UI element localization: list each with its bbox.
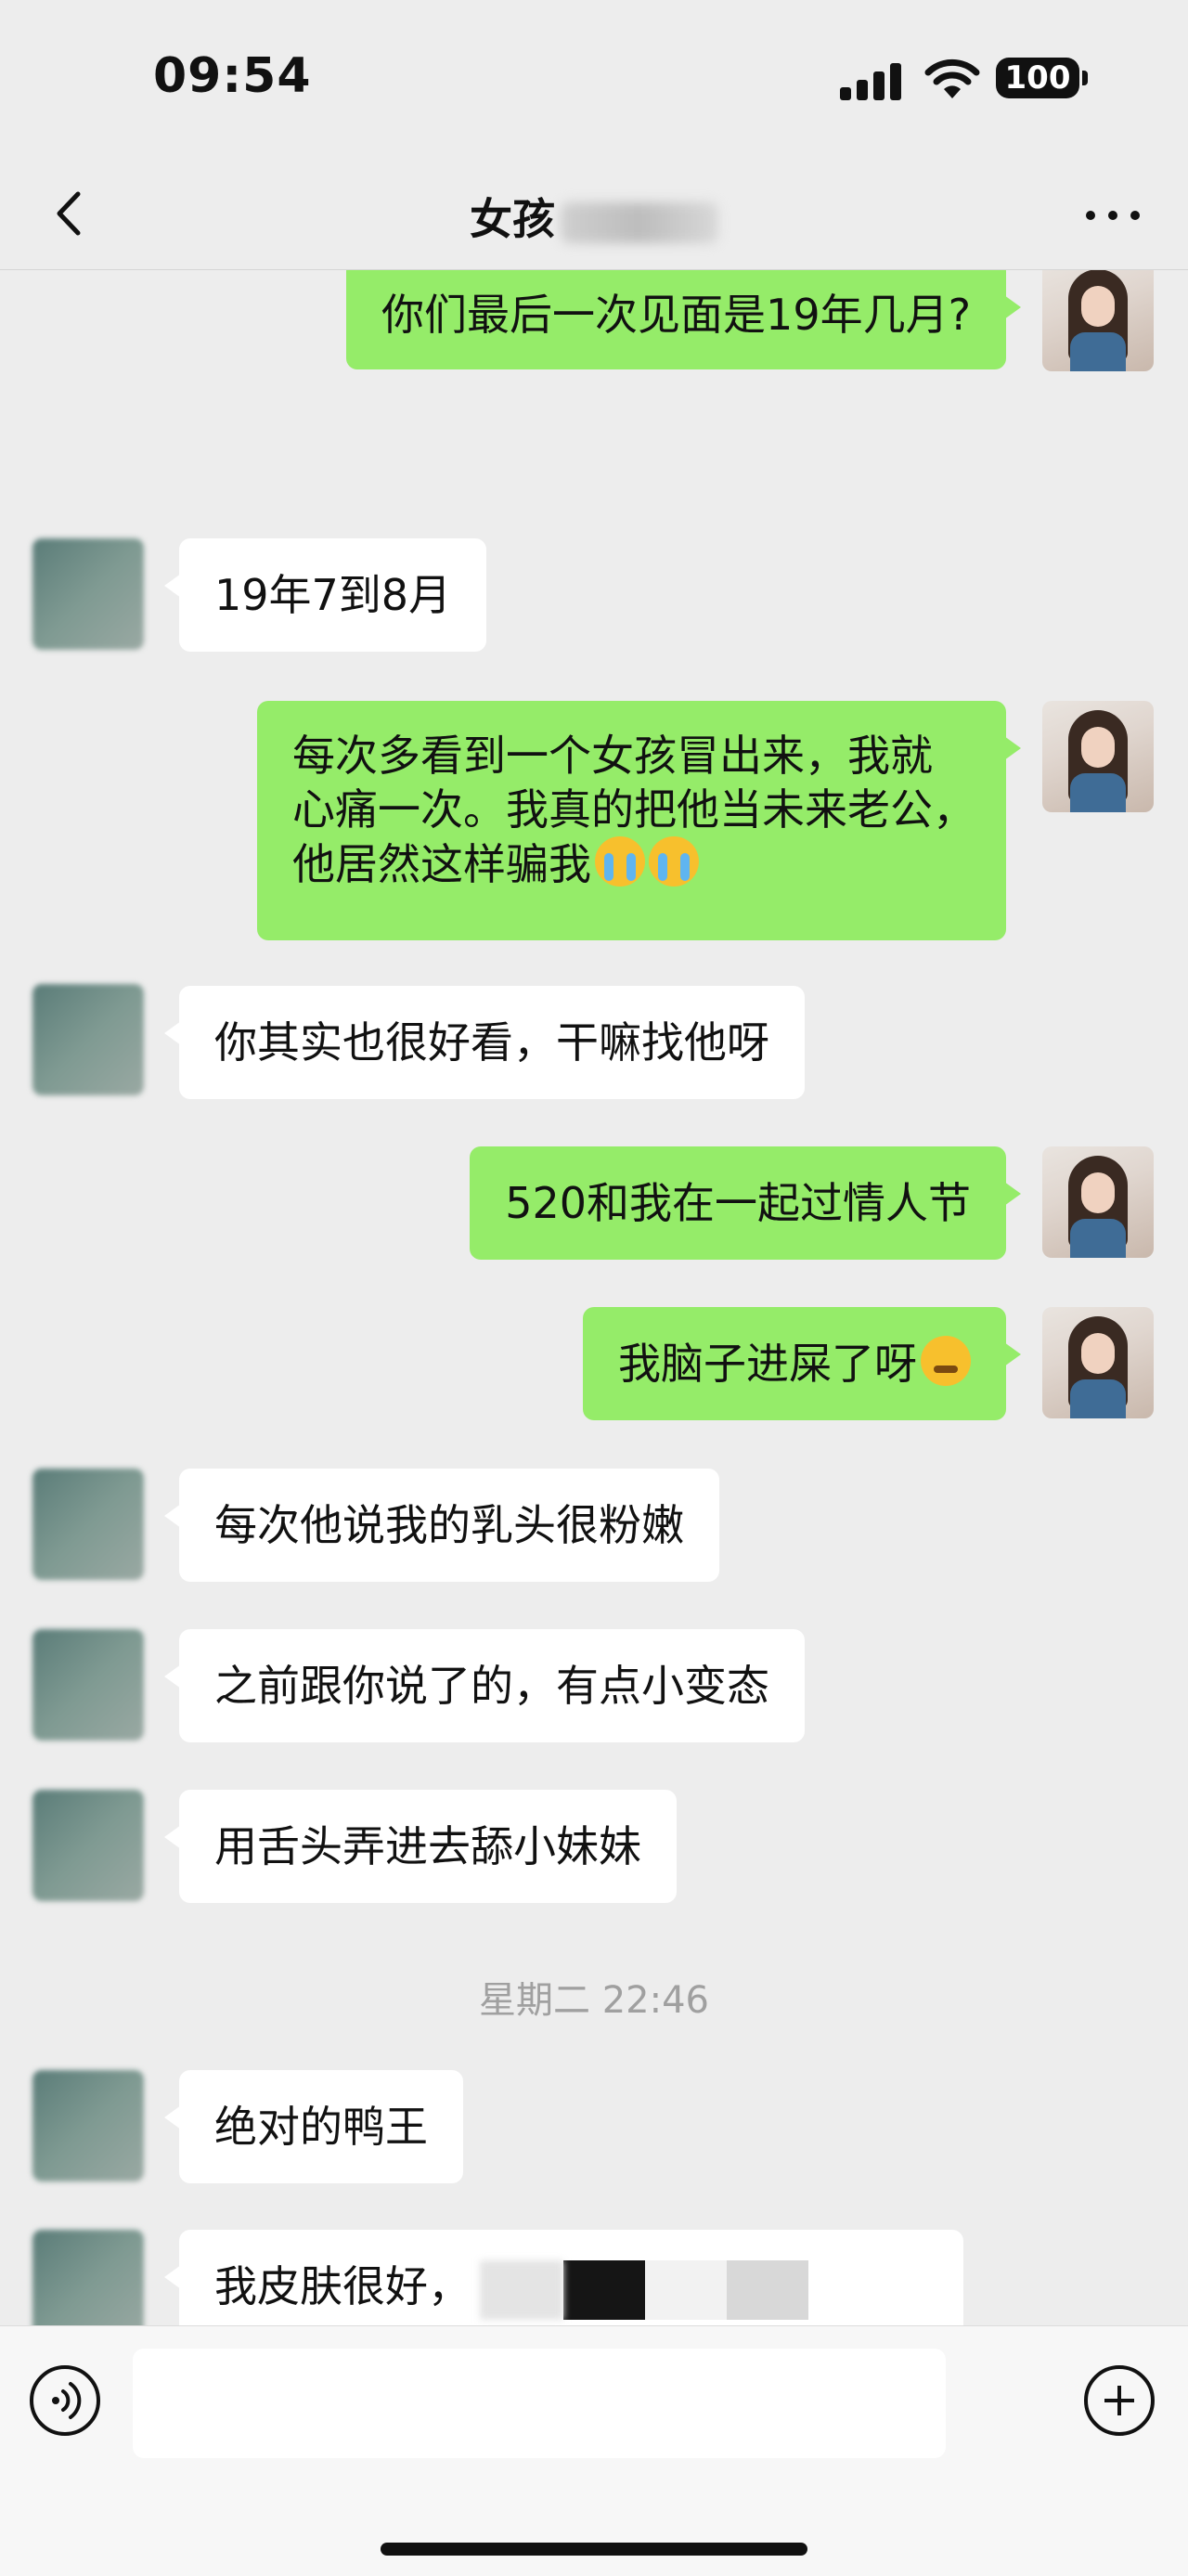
message-bubble-other[interactable]: 19年7到8月 xyxy=(163,538,487,652)
message-text: 你其实也很好看，干嘛找他呀 xyxy=(214,1017,769,1068)
message-text: 520和我在一起过情人节 xyxy=(505,1178,971,1228)
input-bar xyxy=(0,2325,1188,2576)
plus-icon[interactable] xyxy=(1084,2365,1155,2436)
contact-avatar[interactable] xyxy=(32,1629,144,1741)
crying-emoji xyxy=(649,836,699,887)
message-bubble-other[interactable]: 每次他说我的乳头很粉嫩 xyxy=(164,1469,719,1582)
chat-title-text: 女孩 xyxy=(470,194,555,244)
message-bubble-self[interactable]: 每次多看到一个女孩冒出来，我就 心痛一次。我真的把他当未来老公， 他居然这样骗我 xyxy=(257,701,1021,940)
status-bar: 09:54 100 xyxy=(0,0,1188,158)
message-bubble-other[interactable]: 绝对的鸭王 xyxy=(164,2070,463,2183)
self-avatar[interactable] xyxy=(1042,1146,1154,1258)
message-text: 我皮肤很好， xyxy=(214,2261,471,2311)
self-avatar[interactable] xyxy=(1042,701,1154,812)
message-text: 19年7到8月 xyxy=(214,570,452,620)
self-avatar[interactable] xyxy=(1042,260,1154,371)
contact-avatar[interactable] xyxy=(32,538,144,650)
home-indicator xyxy=(381,2543,807,2556)
redaction-block xyxy=(480,2259,563,2320)
message-text: 你们最后一次见面是19年几月? xyxy=(381,290,971,340)
message-text: 之前跟你说了的，有点小变态 xyxy=(214,1661,769,1711)
battery-tip xyxy=(1082,71,1088,85)
redaction-block xyxy=(645,2259,727,2320)
contact-avatar[interactable] xyxy=(32,984,144,1095)
message-bubble-other[interactable]: 用舌头弄进去舔小妹妹 xyxy=(164,1790,677,1903)
redaction-block xyxy=(727,2259,808,2320)
more-dots-icon[interactable] xyxy=(1077,186,1151,241)
message-line: 心痛一次。我真的把他当未来老公， xyxy=(292,784,975,835)
battery-indicator: 100 xyxy=(996,58,1079,98)
cellular-signal-icon xyxy=(840,63,905,100)
chat-header: 女孩 xyxy=(0,158,1188,270)
message-bubble-self[interactable]: 520和我在一起过情人节 xyxy=(470,1146,1021,1260)
message-text: 每次他说我的乳头很粉嫩 xyxy=(214,1500,684,1550)
message-text: 绝对的鸭王 xyxy=(214,2102,428,2152)
message-text: 用舌头弄进去舔小妹妹 xyxy=(214,1821,641,1871)
chat-title: 女孩 xyxy=(0,186,1188,247)
voice-icon[interactable] xyxy=(30,2365,100,2436)
message-bubble-other[interactable]: 你其实也很好看，干嘛找他呀 xyxy=(164,986,805,1099)
message-text: 我脑子进屎了呀 xyxy=(618,1339,917,1389)
message-timestamp: 星期二 22:46 xyxy=(479,1979,709,2022)
message-line-text: 他居然这样骗我 xyxy=(292,839,591,889)
redaction-block xyxy=(563,2259,645,2320)
message-line: 他居然这样骗我 xyxy=(292,836,971,891)
message-line: 每次多看到一个女孩冒出来，我就 xyxy=(292,731,933,781)
contact-avatar[interactable] xyxy=(32,1469,144,1580)
contact-avatar[interactable] xyxy=(32,1790,144,1901)
contact-avatar[interactable] xyxy=(32,2230,144,2341)
self-avatar[interactable] xyxy=(1042,1307,1154,1418)
contact-avatar[interactable] xyxy=(32,2070,144,2181)
message-input[interactable] xyxy=(133,2349,946,2458)
message-bubble-other[interactable]: 之前跟你说了的，有点小变态 xyxy=(164,1629,805,1742)
crying-emoji xyxy=(595,836,645,887)
wifi-icon xyxy=(924,58,980,98)
status-time: 09:54 xyxy=(153,48,312,104)
message-bubble-self[interactable]: 你们最后一次见面是19年几月? xyxy=(346,260,1021,369)
redacted-name xyxy=(561,201,718,243)
angry-emoji xyxy=(921,1336,971,1386)
message-bubble-self[interactable]: 我脑子进屎了呀 xyxy=(583,1307,1021,1420)
